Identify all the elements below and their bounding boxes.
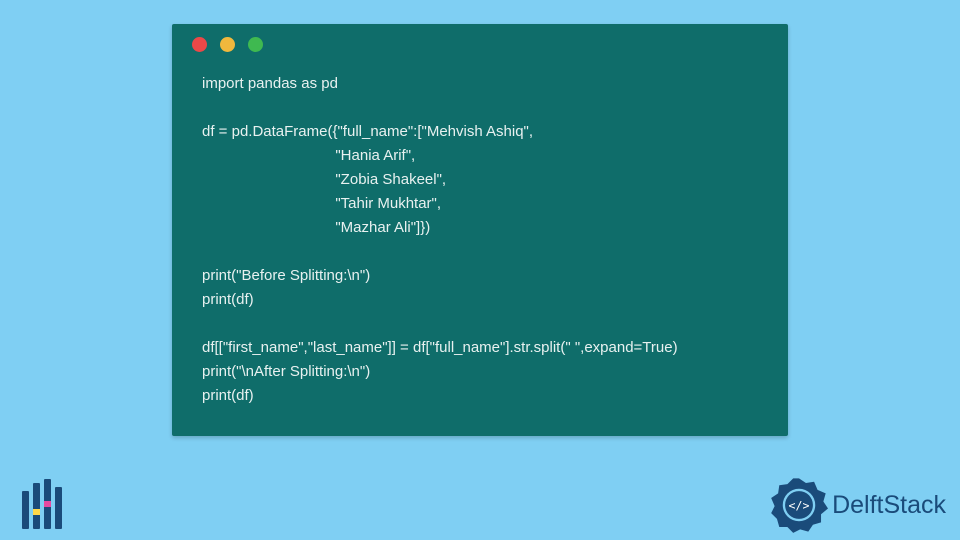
code-content: import pandas as pd df = pd.DataFrame({"… bbox=[172, 64, 788, 436]
delftstack-logo: </> DelftStack bbox=[770, 476, 946, 534]
window-titlebar bbox=[172, 24, 788, 64]
maximize-icon bbox=[248, 37, 263, 52]
svg-text:</>: </> bbox=[789, 499, 810, 513]
minimize-icon bbox=[220, 37, 235, 52]
brand-text: DelftStack bbox=[832, 491, 946, 520]
close-icon bbox=[192, 37, 207, 52]
left-logo-icon bbox=[12, 474, 72, 534]
gear-code-icon: </> bbox=[770, 476, 828, 534]
code-window: import pandas as pd df = pd.DataFrame({"… bbox=[172, 24, 788, 436]
